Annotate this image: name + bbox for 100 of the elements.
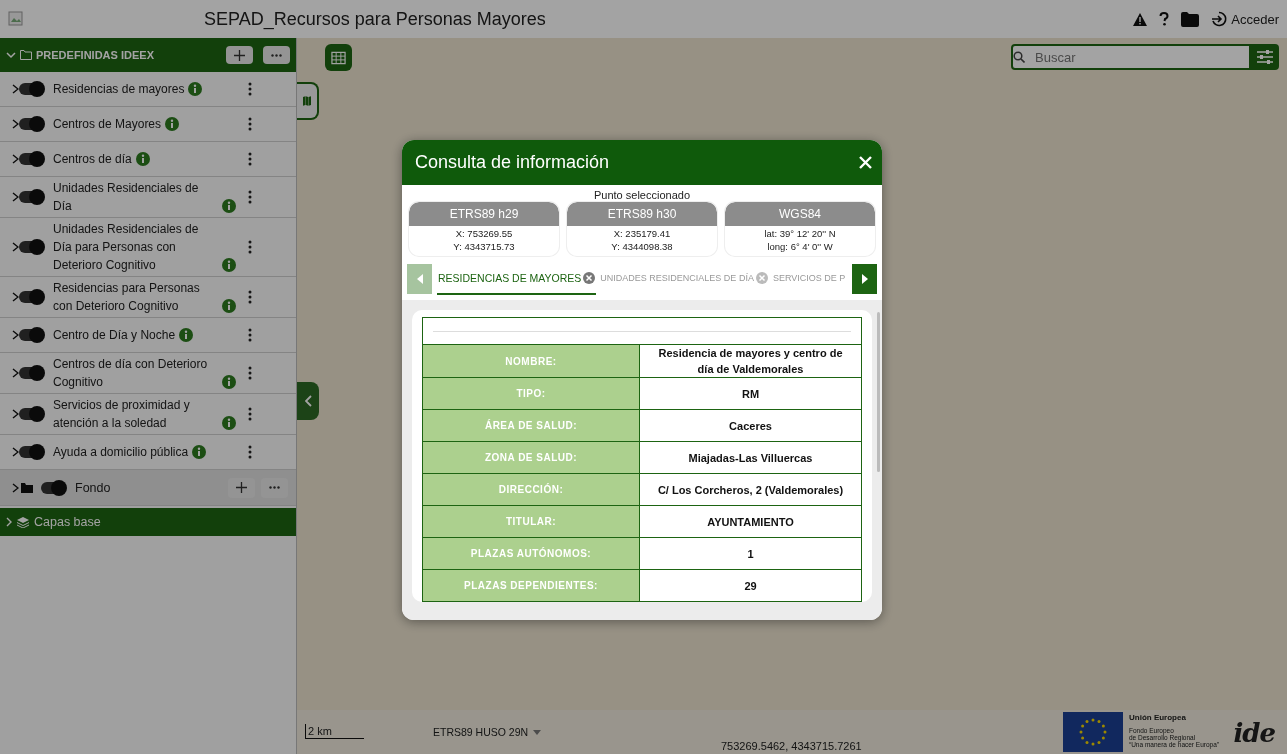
scale-bar: 2 km	[305, 724, 364, 739]
chevron-icon[interactable]	[12, 368, 19, 378]
info-icon[interactable]	[192, 445, 207, 459]
kebab-menu-icon[interactable]	[248, 190, 252, 204]
kebab-menu-icon[interactable]	[248, 445, 252, 459]
info-icon[interactable]	[222, 258, 236, 272]
add-button[interactable]	[228, 477, 255, 498]
login-icon	[1211, 11, 1228, 27]
layer-name: Unidades Residenciales de Día para Personas con Deterioro Cognitivo	[53, 221, 200, 274]
coordinate-value: Y: 4343715.73	[452, 240, 516, 253]
layer-name: Centro de Día y Noche	[53, 327, 176, 344]
sliders-icon	[1257, 50, 1273, 64]
layer-name: Centros de día	[53, 151, 132, 168]
layer-tab[interactable]: SERVICIOS DE P	[771, 263, 847, 295]
scrollbar-thumb[interactable]	[877, 312, 880, 472]
kebab-menu-icon[interactable]	[248, 290, 252, 304]
coordinate-value: Y: 4344098.38	[610, 240, 674, 253]
folder-icon	[21, 482, 33, 493]
group-title: Capas base	[34, 515, 101, 529]
login-button[interactable]: Acceder	[1211, 11, 1279, 27]
close-button[interactable]	[859, 156, 872, 169]
collapse-panel-button[interactable]	[297, 382, 319, 420]
info-icon[interactable]	[222, 299, 236, 313]
kebab-menu-icon[interactable]	[248, 82, 252, 96]
add-button[interactable]	[226, 46, 253, 64]
attribute-label: ÁREA DE SALUD:	[422, 409, 640, 442]
layer-group-header[interactable]: PREDEFINIDAS IDEEX	[0, 38, 296, 72]
caret-icon[interactable]	[533, 729, 542, 735]
layer-name: Centros de día con Deterioro Cognitivo	[53, 356, 209, 391]
coordinate-system-name: WGS84	[725, 202, 875, 226]
chevron-icon[interactable]	[12, 119, 19, 129]
kebab-menu-icon[interactable]	[248, 407, 252, 421]
plus-icon	[234, 49, 245, 61]
attribute-value: RM	[639, 377, 862, 410]
coordinate-value: X: 753269.55	[454, 227, 514, 240]
dialog-title: Consulta de información	[415, 152, 610, 173]
grid-button[interactable]	[325, 44, 352, 71]
projection-selector[interactable]: ETRS89 HUSO 29N	[433, 726, 529, 738]
filter-button[interactable]	[1251, 44, 1279, 70]
help-icon[interactable]	[1159, 12, 1170, 26]
close-circle-icon	[583, 272, 596, 284]
base-layers-header[interactable]: Capas base	[0, 508, 296, 536]
search-field[interactable]: Buscar	[1011, 44, 1251, 70]
info-icon[interactable]	[165, 117, 180, 131]
chevron-icon[interactable]	[12, 292, 19, 302]
chevron-icon[interactable]	[12, 192, 19, 202]
layer-name: Centros de Mayores	[53, 116, 162, 133]
ide-logo: ide	[1233, 718, 1275, 748]
coordinate-value: lat: 39° 12' 20'' N	[763, 227, 837, 240]
chevron-icon[interactable]	[12, 154, 19, 164]
attribute-label: TIPO:	[422, 377, 640, 410]
info-icon[interactable]	[222, 375, 236, 389]
chevron-icon[interactable]	[12, 447, 19, 457]
chevron-icon[interactable]	[12, 482, 19, 493]
map-layers-button[interactable]	[297, 82, 319, 120]
attribute-value: Residencia de mayores y centro de día de Valdemorales	[639, 344, 862, 378]
folder-icon[interactable]	[1181, 11, 1200, 27]
kebab-menu-icon[interactable]	[248, 152, 252, 166]
folder-icon	[20, 50, 32, 60]
layers-icon	[17, 516, 29, 528]
info-icon[interactable]	[222, 416, 236, 430]
ellipsis-icon	[271, 53, 282, 57]
grid-icon	[331, 50, 346, 65]
cursor-coordinates: 753269.5462, 4343715.7261	[721, 740, 862, 752]
kebab-menu-icon[interactable]	[248, 328, 252, 342]
attribute-label: PLAZAS DEPENDIENTES:	[422, 569, 640, 602]
layer-name: Residencias de mayores	[53, 81, 185, 98]
coordinate-value: X: 235179.41	[612, 227, 672, 240]
search-icon	[1013, 51, 1025, 63]
eu-logo-title: Unión Europea	[1129, 712, 1187, 724]
warning-icon[interactable]	[1133, 12, 1148, 26]
attribute-value: 29	[639, 569, 862, 602]
kebab-menu-icon[interactable]	[248, 117, 252, 131]
attribute-value: 1	[639, 537, 862, 570]
info-icon[interactable]	[188, 82, 203, 96]
coordinate-value: long: 6° 4' 0'' W	[766, 240, 834, 253]
info-icon[interactable]	[222, 199, 236, 213]
attribute-value: Caceres	[639, 409, 862, 442]
close-icon	[859, 156, 872, 169]
info-icon[interactable]	[179, 328, 194, 342]
chevron-icon[interactable]	[12, 409, 19, 419]
chevron-icon[interactable]	[12, 330, 19, 340]
coordinate-system-name: ETRS89 h29	[409, 202, 559, 226]
more-button[interactable]	[263, 46, 290, 64]
layer-tab[interactable]: UNIDADES RESIDENCIALES DE DÍA	[599, 263, 769, 295]
kebab-menu-icon[interactable]	[248, 240, 252, 254]
info-icon[interactable]	[135, 152, 150, 166]
selected-point-label: Punto seleccionado	[593, 189, 691, 201]
attribute-label: ZONA DE SALUD:	[422, 441, 640, 474]
more-button[interactable]	[261, 477, 288, 498]
chevron-icon[interactable]	[12, 242, 19, 252]
ellipsis-icon	[269, 486, 280, 489]
kebab-menu-icon[interactable]	[248, 366, 252, 380]
attribute-label: NOMBRE:	[422, 344, 640, 378]
scroll-right-button[interactable]	[852, 264, 877, 294]
layer-name: Residencias para Personas con Deterioro Cognitivo	[53, 280, 201, 315]
chevron-icon[interactable]	[12, 84, 19, 94]
layer-tab[interactable]: RESIDENCIAS DE MAYORES	[437, 263, 597, 295]
eu-flag-icon	[1063, 712, 1123, 752]
triangle-right-icon	[861, 274, 868, 284]
